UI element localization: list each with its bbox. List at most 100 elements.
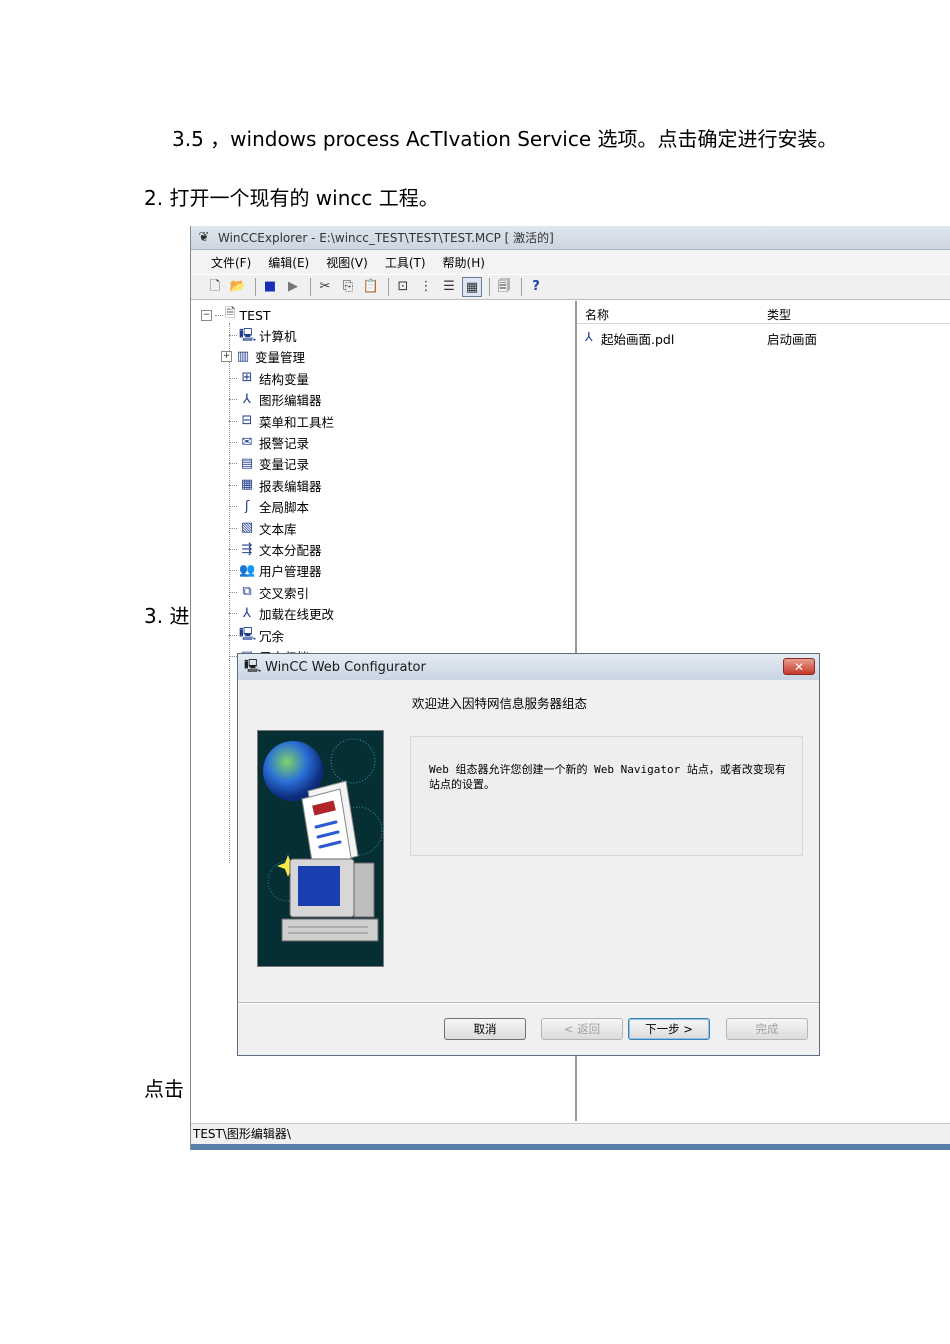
struct-tag-icon: ⊞	[241, 370, 253, 386]
tree-item-label: 文本库	[259, 521, 297, 537]
computer-icon: 🖳	[239, 327, 257, 343]
explorer-titlebar[interactable]: ❦ WinCCExplorer - E:\wincc_TEST\TEST\TES…	[191, 226, 950, 250]
toolbar-separator	[388, 278, 389, 296]
tree-item-label: 冗余	[259, 628, 285, 644]
explorer-toolbar: 🗋 📂 ■ ▶ ✂ ⎘ 📋 ⊡ ⋮ ☰ ▦ 🗐 ?	[191, 275, 950, 300]
properties-icon[interactable]: 🗐	[494, 277, 514, 297]
new-icon[interactable]: 🗋	[205, 277, 225, 297]
tree-item[interactable]: ⇶ 文本分配器	[229, 539, 322, 560]
tree-item[interactable]: 🖳 冗余	[229, 625, 284, 646]
cut-icon[interactable]: ✂	[315, 277, 335, 297]
tree-connector	[215, 314, 223, 316]
menu-tools[interactable]: 工具(T)	[385, 254, 426, 271]
tree-item[interactable]: 👥 用户管理器	[229, 560, 322, 581]
next-button[interactable]: 下一步 >	[628, 1018, 710, 1040]
list-header: 名称 类型	[577, 303, 950, 324]
tree-connector	[229, 335, 237, 336]
menu-toolbar-icon: ⊟	[241, 413, 253, 429]
details-view-icon[interactable]: ▦	[462, 277, 482, 297]
stop-icon[interactable]: ■	[260, 277, 280, 297]
toolbar-separator	[489, 278, 490, 296]
large-icons-icon[interactable]: ⊡	[393, 277, 413, 297]
tree-item-label: 全局脚本	[259, 500, 310, 516]
tree-item[interactable]: ⊟ 菜单和工具栏	[229, 411, 334, 432]
dialog-titlebar[interactable]: 🖳 WinCC Web Configurator ✕	[238, 654, 819, 680]
tree-item[interactable]: ⅄ 图形编辑器	[229, 389, 322, 410]
doc-line-3: 3. 进	[144, 604, 190, 628]
tree-connector	[229, 420, 237, 422]
tree-connector	[229, 656, 237, 657]
menu-edit[interactable]: 编辑(E)	[268, 254, 309, 271]
menu-file[interactable]: 文件(F)	[211, 254, 251, 271]
tree-item[interactable]: ⧉ 交叉索引	[229, 582, 309, 603]
cancel-button[interactable]: 取消	[444, 1018, 526, 1040]
tree-item[interactable]: ▧ 文本库	[229, 518, 297, 539]
doc-line-1: 3.5 ，windows process AcTIvation Service …	[172, 127, 838, 151]
open-icon[interactable]: 📂	[228, 277, 248, 297]
status-bar: TEST\图形编辑器\	[191, 1123, 950, 1144]
help-icon[interactable]: ?	[526, 277, 546, 297]
alarm-logging-icon: ✉	[241, 434, 253, 450]
collapse-icon[interactable]: −	[201, 309, 212, 321]
load-online-icon: ⅄	[243, 605, 251, 621]
tree-item[interactable]: ⊞ 结构变量	[229, 368, 309, 389]
dialog-title: WinCC Web Configurator	[265, 659, 426, 675]
tree-item-label: 报警记录	[259, 436, 310, 451]
tree-connector	[229, 591, 237, 593]
tree-item[interactable]: ʃ 全局脚本	[229, 496, 309, 517]
tree-root[interactable]: − 🗎 TEST	[201, 305, 271, 325]
tree-item-label: 菜单和工具栏	[259, 414, 335, 430]
tree-connector	[229, 377, 237, 379]
list-item[interactable]: ⅄ 起始画面.pdl 启动画面	[577, 327, 950, 347]
tree-item-label: 结构变量	[259, 371, 310, 387]
copy-icon[interactable]: ⎘	[338, 277, 358, 297]
tree-connector	[229, 484, 237, 486]
tree-item[interactable]: + ▥ 变量管理	[221, 346, 305, 367]
taskbar-strip	[191, 1144, 950, 1150]
tree-item-label: 加载在线更改	[259, 607, 335, 623]
globe-computer-illustration	[263, 738, 383, 942]
tree-item[interactable]: ✉ 报警记录	[229, 432, 309, 453]
graphics-file-icon: ⅄	[585, 329, 593, 344]
tree-connector	[229, 506, 237, 508]
tree-item-label: 用户管理器	[259, 564, 322, 580]
list-view-icon[interactable]: ☰	[439, 277, 459, 297]
column-name[interactable]: 名称	[585, 306, 609, 323]
tree-item-label: 交叉索引	[259, 585, 310, 601]
close-button[interactable]: ✕	[783, 658, 815, 675]
user-admin-icon: 👥	[239, 562, 256, 578]
explorer-title: WinCCExplorer - E:\wincc_TEST\TEST\TEST.…	[218, 231, 554, 245]
tree-item[interactable]: ⅄ 加载在线更改	[229, 603, 334, 624]
tree-item[interactable]: 🖳 计算机	[229, 325, 297, 346]
tree-item-label: 变量管理	[255, 350, 306, 366]
tree-connector	[229, 613, 237, 615]
text-library-icon: ▧	[240, 520, 254, 536]
run-icon[interactable]: ▶	[283, 277, 303, 297]
finish-button[interactable]: 完成	[726, 1018, 808, 1040]
column-type[interactable]: 类型	[767, 306, 791, 323]
web-configurator-dialog: 🖳 WinCC Web Configurator ✕ 欢迎进入因特网信息服务器组…	[237, 653, 820, 1056]
small-icons-icon[interactable]: ⋮	[416, 277, 436, 297]
tree-item[interactable]: ▦ 报表编辑器	[229, 475, 322, 496]
tree-connector	[229, 549, 237, 550]
project-icon: 🗎	[225, 306, 236, 321]
tag-management-icon: ▥	[236, 348, 250, 364]
tree-item-label: 图形编辑器	[259, 393, 322, 409]
text-distributor-icon: ⇶	[241, 541, 253, 557]
redundancy-icon: 🖳	[239, 627, 257, 643]
expand-icon[interactable]: +	[221, 351, 232, 363]
explorer-menubar: 文件(F) 编辑(E) 视图(V) 工具(T) 帮助(H)	[191, 250, 950, 274]
tree-connector	[229, 399, 237, 401]
wizard-illustration	[257, 730, 384, 967]
list-item-type: 启动画面	[767, 332, 818, 347]
menu-help[interactable]: 帮助(H)	[443, 254, 485, 271]
web-configurator-icon: 🖳	[244, 659, 262, 674]
tree-item[interactable]: ▤ 变量记录	[229, 453, 309, 474]
tree-connector	[229, 634, 237, 636]
dialog-divider	[238, 1002, 819, 1004]
back-button[interactable]: < 返回	[541, 1018, 623, 1040]
toolbar-separator	[255, 278, 256, 296]
paste-icon[interactable]: 📋	[361, 277, 381, 297]
menu-view[interactable]: 视图(V)	[326, 254, 368, 271]
dialog-heading: 欢迎进入因特网信息服务器组态	[412, 696, 588, 711]
